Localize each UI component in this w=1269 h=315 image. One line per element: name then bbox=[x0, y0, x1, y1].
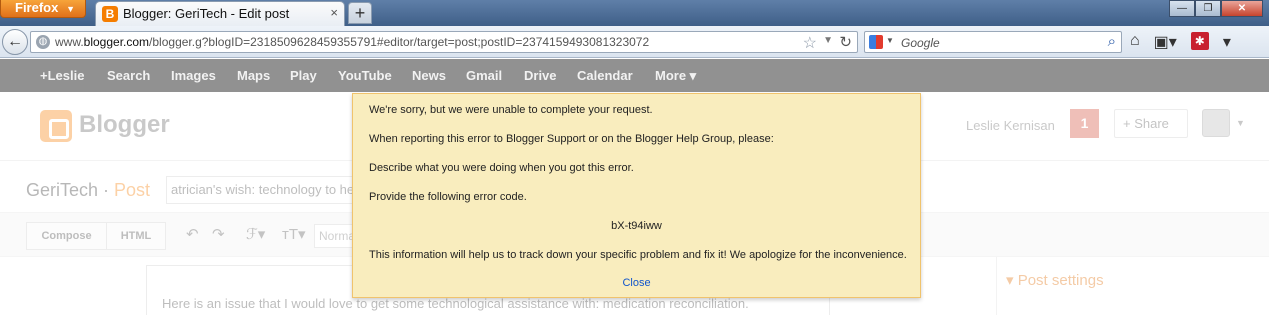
new-tab-button[interactable]: + bbox=[348, 2, 372, 24]
google-bar-link-profile[interactable]: +Leslie bbox=[40, 68, 84, 83]
google-bar-link-maps[interactable]: Maps bbox=[237, 68, 270, 83]
blogger-logo-text[interactable]: Blogger bbox=[79, 111, 170, 139]
tab-close-icon[interactable]: × bbox=[330, 5, 338, 20]
avatar[interactable] bbox=[1202, 109, 1230, 137]
google-engine-icon[interactable] bbox=[869, 35, 883, 49]
tab-title: Blogger: GeriTech - Edit post bbox=[123, 6, 290, 21]
firefox-menu-label: Firefox bbox=[15, 0, 59, 15]
google-bar-link-search[interactable]: Search bbox=[107, 68, 150, 83]
blogger-favicon-icon: B bbox=[102, 6, 118, 22]
window-close-icon[interactable]: ✕ bbox=[1221, 0, 1263, 17]
home-icon[interactable]: ⌂ bbox=[1130, 32, 1140, 52]
engine-dropdown-icon[interactable]: ▼ bbox=[886, 36, 894, 45]
notification-count-badge[interactable]: 1 bbox=[1070, 109, 1099, 138]
sidebar-divider bbox=[996, 257, 997, 315]
html-tab-button[interactable]: HTML bbox=[106, 222, 166, 250]
google-bar-link-more[interactable]: More ▾ bbox=[655, 68, 696, 84]
extension-icon[interactable]: ✱ bbox=[1190, 32, 1209, 50]
minimize-icon[interactable]: — bbox=[1169, 0, 1195, 17]
google-bar-link-news[interactable]: News bbox=[412, 68, 446, 83]
redo-icon[interactable]: ↷ bbox=[212, 225, 225, 243]
back-button[interactable]: ← bbox=[2, 29, 28, 55]
error-describe-instruction: Describe what you were doing when you go… bbox=[369, 162, 634, 174]
post-body-text: Here is an issue that I would love to ge… bbox=[162, 296, 749, 311]
blog-name: GeriTech bbox=[26, 180, 99, 200]
paragraph-format-select[interactable]: Norma bbox=[314, 224, 356, 248]
maximize-icon[interactable]: ❐ bbox=[1195, 0, 1221, 17]
page-label: Post bbox=[114, 180, 151, 200]
google-bar-link-calendar[interactable]: Calendar bbox=[577, 68, 633, 83]
page-title: GeriTech · Post bbox=[26, 180, 151, 200]
google-bar-link-gmail[interactable]: Gmail bbox=[466, 68, 502, 83]
toolbar-icons: ⌂ ▣▾ ✱ ▾ bbox=[1130, 32, 1231, 52]
post-settings-heading[interactable]: ▾ Post settings bbox=[1006, 271, 1104, 289]
blogger-logo-icon[interactable] bbox=[40, 110, 72, 142]
account-dropdown-icon[interactable]: ▼ bbox=[1236, 118, 1245, 128]
reload-icon[interactable]: ↻ bbox=[839, 33, 852, 51]
address-bar[interactable]: ◍ www.blogger.com/blogger.g?blogID=23185… bbox=[30, 31, 858, 53]
url-text: www.blogger.com/blogger.g?blogID=2318509… bbox=[55, 35, 650, 49]
extension-dropdown-icon[interactable]: ▾ bbox=[1223, 32, 1231, 52]
tab-blogger-edit-post[interactable]: B Blogger: GeriTech - Edit post × bbox=[95, 1, 345, 26]
browser-tab-bar: Firefox ▼ B Blogger: GeriTech - Edit pos… bbox=[0, 0, 1269, 26]
search-placeholder: Google bbox=[901, 36, 940, 50]
google-bar-link-youtube[interactable]: YouTube bbox=[338, 68, 392, 83]
chevron-down-icon: ▼ bbox=[66, 4, 75, 14]
google-bar: +Leslie Search Images Maps Play YouTube … bbox=[0, 59, 1269, 92]
user-name[interactable]: Leslie Kernisan bbox=[966, 118, 1055, 133]
bookmark-star-icon[interactable]: ☆ bbox=[803, 33, 817, 53]
error-apology-text: This information will help us to track d… bbox=[369, 249, 907, 261]
history-dropdown-icon[interactable]: ▼ bbox=[823, 35, 833, 46]
google-bar-link-play[interactable]: Play bbox=[290, 68, 317, 83]
error-reporting-instruction: When reporting this error to Blogger Sup… bbox=[369, 133, 774, 145]
search-bar[interactable]: ▼ Google ⌕ bbox=[864, 31, 1122, 53]
post-title-input[interactable]: atrician's wish: technology to he bbox=[166, 176, 366, 204]
compose-tab-button[interactable]: Compose bbox=[26, 222, 107, 250]
google-bar-link-images[interactable]: Images bbox=[171, 68, 216, 83]
error-dialog: We're sorry, but we were unable to compl… bbox=[352, 93, 921, 298]
google-bar-link-drive[interactable]: Drive bbox=[524, 68, 557, 83]
font-family-icon[interactable]: ℱ▾ bbox=[246, 225, 265, 243]
firefox-menu-button[interactable]: Firefox ▼ bbox=[0, 0, 86, 18]
error-code-instruction: Provide the following error code. bbox=[369, 191, 527, 203]
site-identity-icon[interactable]: ◍ bbox=[36, 35, 50, 49]
font-size-icon[interactable]: ᴛT▾ bbox=[282, 225, 306, 243]
window-controls: — ❐ ✕ bbox=[1169, 0, 1263, 17]
error-message-line: We're sorry, but we were unable to compl… bbox=[369, 104, 653, 116]
share-button[interactable]: + Share bbox=[1114, 109, 1188, 138]
close-link[interactable]: Close bbox=[353, 277, 920, 289]
search-icon[interactable]: ⌕ bbox=[1108, 33, 1116, 50]
navigation-toolbar: ← ◍ www.blogger.com/blogger.g?blogID=231… bbox=[0, 26, 1269, 58]
undo-icon[interactable]: ↶ bbox=[186, 225, 199, 243]
error-code: bX-t94iww bbox=[611, 220, 662, 232]
bookmarks-icon[interactable]: ▣▾ bbox=[1154, 32, 1177, 52]
